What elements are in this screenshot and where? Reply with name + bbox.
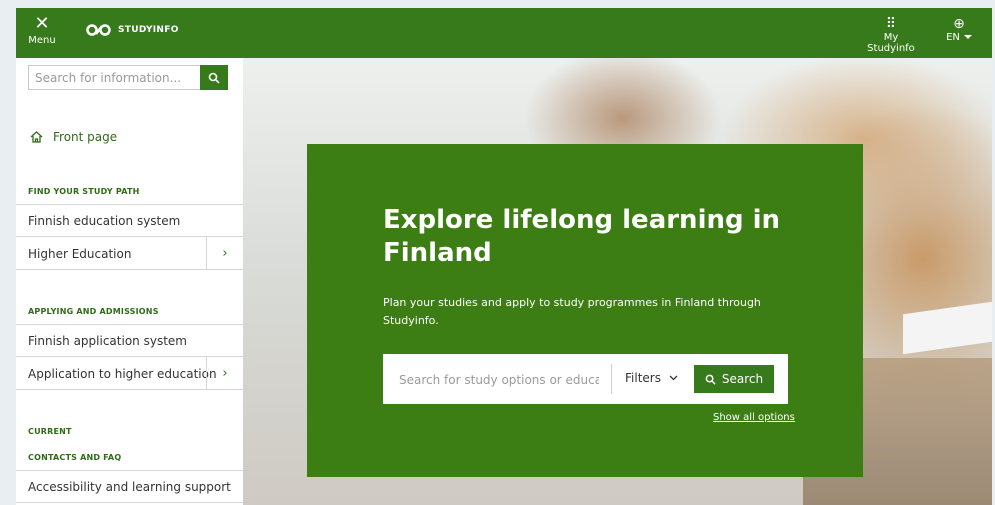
language-selector[interactable]: ⊕ EN bbox=[944, 16, 974, 43]
hero-card: Explore lifelong learning in Finland Pla… bbox=[307, 144, 863, 477]
sidebar-item-higher-education[interactable]: Higher Education › bbox=[16, 236, 243, 270]
grid-icon: ⠿ bbox=[885, 16, 897, 32]
hero-subtitle: Plan your studies and apply to study pro… bbox=[383, 296, 761, 327]
sidebar: Front page FIND YOUR STUDY PATH Finnish … bbox=[16, 58, 243, 505]
my-studyinfo-button[interactable]: ⠿ My Studyinfo bbox=[860, 16, 922, 54]
front-page-label: Front page bbox=[53, 130, 118, 144]
filters-label: Filters bbox=[625, 371, 661, 385]
my-studyinfo-label: My Studyinfo bbox=[867, 32, 915, 54]
sidebar-item-application-higher-education[interactable]: Application to higher education › bbox=[16, 356, 243, 390]
logo-text: STUDYINFO bbox=[118, 25, 179, 35]
sidebar-item-label: Finnish education system bbox=[28, 214, 181, 228]
chevron-right-icon[interactable]: › bbox=[206, 237, 243, 269]
search-button-label: Search bbox=[721, 372, 764, 386]
search-divider bbox=[611, 364, 612, 394]
sidebar-item-accessibility[interactable]: Accessibility and learning support bbox=[16, 470, 243, 503]
sidebar-search-input[interactable] bbox=[29, 66, 209, 89]
menu-label: Menu bbox=[28, 35, 56, 46]
sidebar-search bbox=[28, 65, 228, 90]
search-icon bbox=[208, 72, 220, 84]
search-button[interactable]: Search bbox=[694, 365, 774, 393]
section-title-applying: APPLYING AND ADMISSIONS bbox=[28, 307, 159, 316]
language-label: EN bbox=[946, 32, 960, 43]
sidebar-search-button[interactable] bbox=[200, 65, 228, 90]
top-bar: ✕ Menu STUDYINFO ⠿ My Studyinfo ⊕ EN bbox=[16, 8, 992, 58]
show-all-options-link[interactable]: Show all options bbox=[713, 412, 795, 423]
sidebar-item-label: Accessibility and learning support bbox=[28, 480, 231, 494]
sidebar-item-finnish-application-system[interactable]: Finnish application system bbox=[16, 324, 243, 356]
studyinfo-logo[interactable]: STUDYINFO bbox=[86, 24, 179, 36]
sidebar-item-label: Application to higher education bbox=[28, 367, 217, 381]
chevron-down-icon bbox=[669, 375, 678, 381]
home-icon bbox=[30, 131, 43, 143]
hero-paper-shape bbox=[903, 301, 992, 355]
section-title-study-path: FIND YOUR STUDY PATH bbox=[28, 187, 140, 196]
section-title-current[interactable]: CURRENT bbox=[28, 427, 72, 436]
close-icon: ✕ bbox=[34, 13, 50, 34]
study-search-input[interactable] bbox=[397, 368, 601, 392]
hero-title: Explore lifelong learning in Finland bbox=[383, 205, 781, 268]
study-search-bar: Filters Search bbox=[383, 354, 788, 404]
globe-icon: ⊕ bbox=[953, 16, 965, 32]
filters-dropdown[interactable]: Filters bbox=[625, 371, 678, 385]
menu-button[interactable]: ✕ Menu bbox=[24, 15, 60, 51]
search-icon bbox=[705, 374, 716, 385]
chevron-right-icon[interactable]: › bbox=[206, 357, 243, 389]
sidebar-item-label: Finnish application system bbox=[28, 334, 187, 348]
studyinfo-logo-icon bbox=[86, 24, 111, 36]
sidebar-item-finnish-education-system[interactable]: Finnish education system bbox=[16, 204, 243, 236]
section-title-contacts[interactable]: CONTACTS AND FAQ bbox=[28, 453, 121, 462]
chevron-down-icon bbox=[963, 35, 972, 39]
front-page-link[interactable]: Front page bbox=[30, 130, 117, 144]
sidebar-item-label: Higher Education bbox=[28, 247, 132, 261]
